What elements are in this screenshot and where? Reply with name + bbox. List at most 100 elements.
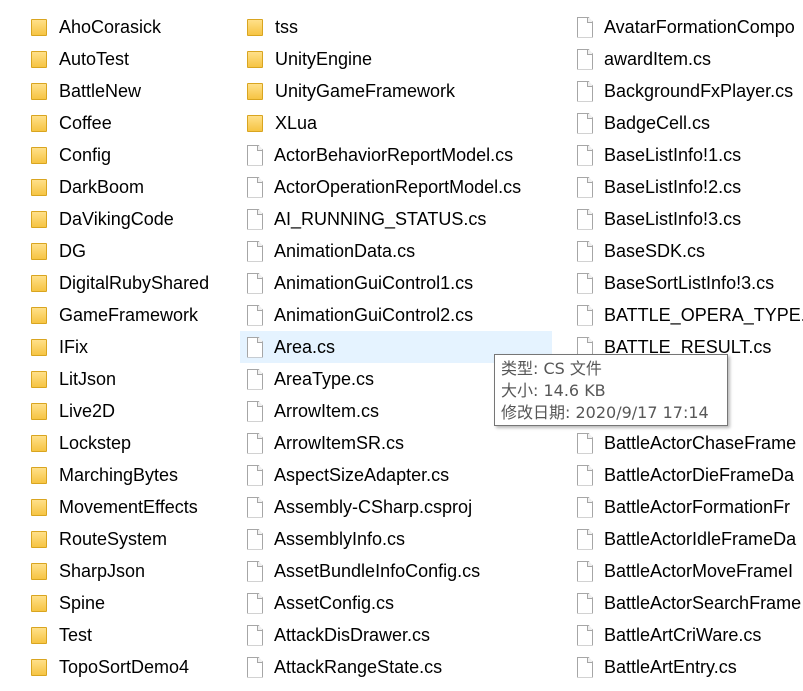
folder-item[interactable]: Lockstep: [24, 427, 229, 459]
item-label: BaseSDK.cs: [604, 240, 706, 261]
item-label: DG: [59, 240, 86, 261]
item-label: RouteSystem: [59, 528, 168, 549]
item-label: BattleActorIdleFrameDa: [604, 528, 797, 549]
file-item[interactable]: BATTLE_OPERA_TYPE.cs: [570, 299, 803, 331]
folder-item[interactable]: Spine: [24, 587, 229, 619]
file-item[interactable]: BattleActorSearchFrame: [570, 587, 803, 619]
file-item[interactable]: BaseSortListInfo!3.cs: [570, 267, 803, 299]
item-label: DigitalRubyShared: [59, 272, 210, 293]
item-label: AssetConfig.cs: [274, 592, 395, 613]
file-item[interactable]: BattleActorChaseFrame: [570, 427, 803, 459]
file-item[interactable]: BattleActorFormationFr: [570, 491, 803, 523]
folder-item[interactable]: SharpJson: [24, 555, 229, 587]
column-3: AvatarFormationCompo awardItem.cs Backgrou…: [570, 11, 803, 683]
file-item[interactable]: BattleArtCriWare.cs: [570, 619, 803, 651]
folder-item[interactable]: Live2D: [24, 395, 229, 427]
file-item[interactable]: AnimationGuiControl1.cs: [240, 267, 552, 299]
file-item[interactable]: AspectSizeAdapter.cs: [240, 459, 552, 491]
file-item[interactable]: awardItem.cs: [570, 43, 803, 75]
item-label: Coffee: [59, 112, 112, 133]
item-label: AnimationGuiControl2.cs: [274, 304, 474, 325]
file-item[interactable]: AssetBundleInfoConfig.cs: [240, 555, 552, 587]
folder-item[interactable]: Config: [24, 139, 229, 171]
tooltip-type: 类型: CS 文件: [501, 359, 602, 378]
item-label: BaseListInfo!3.cs: [604, 208, 742, 229]
item-label: BATTLE_OPERA_TYPE.cs: [604, 304, 803, 325]
file-item[interactable]: BaseListInfo!2.cs: [570, 171, 803, 203]
folder-item[interactable]: DG: [24, 235, 229, 267]
file-item[interactable]: Assembly-CSharp.csproj: [240, 491, 552, 523]
file-icon: [247, 368, 263, 390]
file-icon: [577, 176, 593, 198]
folder-item[interactable]: XLua: [240, 107, 552, 139]
folder-item[interactable]: TopoSortDemo4: [24, 651, 229, 683]
file-item[interactable]: AnimationData.cs: [240, 235, 552, 267]
folder-item[interactable]: DarkBoom: [24, 171, 229, 203]
folder-icon: [31, 402, 47, 420]
file-item[interactable]: BattleActorMoveFrameI: [570, 555, 803, 587]
folder-item[interactable]: Test: [24, 619, 229, 651]
folder-item[interactable]: DigitalRubyShared: [24, 267, 229, 299]
folder-item[interactable]: IFix: [24, 331, 229, 363]
item-label: BattleActorSearchFrame: [604, 592, 802, 613]
file-item[interactable]: BaseListInfo!1.cs: [570, 139, 803, 171]
file-item[interactable]: BaseSDK.cs: [570, 235, 803, 267]
folder-item[interactable]: LitJson: [24, 363, 229, 395]
item-label: GameFramework: [59, 304, 199, 325]
file-item[interactable]: BattleActorIdleFrameDa: [570, 523, 803, 555]
folder-icon: [31, 178, 47, 196]
folder-item[interactable]: UnityGameFramework: [240, 75, 552, 107]
folder-icon: [31, 658, 47, 676]
folder-icon: [31, 434, 47, 452]
file-item[interactable]: AttackDisDrawer.cs: [240, 619, 552, 651]
folder-icon: [31, 498, 47, 516]
file-icon: [247, 464, 263, 486]
folder-item[interactable]: DaVikingCode: [24, 203, 229, 235]
item-label: AssetBundleInfoConfig.cs: [274, 560, 481, 581]
file-item[interactable]: AvatarFormationCompo: [570, 11, 803, 43]
file-icon: [247, 432, 263, 454]
file-icon: [577, 528, 593, 550]
folder-item[interactable]: tss: [240, 11, 552, 43]
file-icon: [247, 560, 263, 582]
folder-item[interactable]: MarchingBytes: [24, 459, 229, 491]
folder-item[interactable]: RouteSystem: [24, 523, 229, 555]
item-label: BattleActorDieFrameDa: [604, 464, 795, 485]
folder-icon: [247, 18, 263, 36]
item-label: AI_RUNNING_STATUS.cs: [274, 208, 487, 229]
item-label: MovementEffects: [59, 496, 198, 517]
file-item[interactable]: BattleArtEntry.cs: [570, 651, 803, 683]
file-item[interactable]: BaseListInfo!3.cs: [570, 203, 803, 235]
tooltip-date: 修改日期: 2020/9/17 17:14: [501, 403, 709, 422]
folder-item[interactable]: GameFramework: [24, 299, 229, 331]
folder-icon: [31, 50, 47, 68]
folder-item[interactable]: UnityEngine: [240, 43, 552, 75]
file-item[interactable]: BadgeCell.cs: [570, 107, 803, 139]
file-item[interactable]: AttackRangeState.cs: [240, 651, 552, 683]
folder-item[interactable]: Coffee: [24, 107, 229, 139]
file-item[interactable]: ArrowItemSR.cs: [240, 427, 552, 459]
folder-item[interactable]: MovementEffects: [24, 491, 229, 523]
item-label: IFix: [59, 336, 88, 357]
file-item[interactable]: BackgroundFxPlayer.cs: [570, 75, 803, 107]
folder-icon: [31, 18, 47, 36]
folder-item[interactable]: AutoTest: [24, 43, 229, 75]
file-icon: [247, 592, 263, 614]
file-item[interactable]: AI_RUNNING_STATUS.cs: [240, 203, 552, 235]
file-item[interactable]: ActorBehaviorReportModel.cs: [240, 139, 552, 171]
file-item[interactable]: AssetConfig.cs: [240, 587, 552, 619]
folder-icon: [31, 114, 47, 132]
file-item[interactable]: AnimationGuiControl2.cs: [240, 299, 552, 331]
file-icon: [577, 464, 593, 486]
file-icon: [247, 176, 263, 198]
file-item[interactable]: AssemblyInfo.cs: [240, 523, 552, 555]
folder-item[interactable]: BattleNew: [24, 75, 229, 107]
file-icon: [577, 16, 593, 38]
folder-item[interactable]: AhoCorasick: [24, 11, 229, 43]
folder-icon: [31, 274, 47, 292]
folder-icon: [31, 594, 47, 612]
file-item[interactable]: ActorOperationReportModel.cs: [240, 171, 552, 203]
file-item[interactable]: BattleActorDieFrameDa: [570, 459, 803, 491]
item-label: LitJson: [59, 368, 117, 389]
file-icon: [577, 48, 593, 70]
